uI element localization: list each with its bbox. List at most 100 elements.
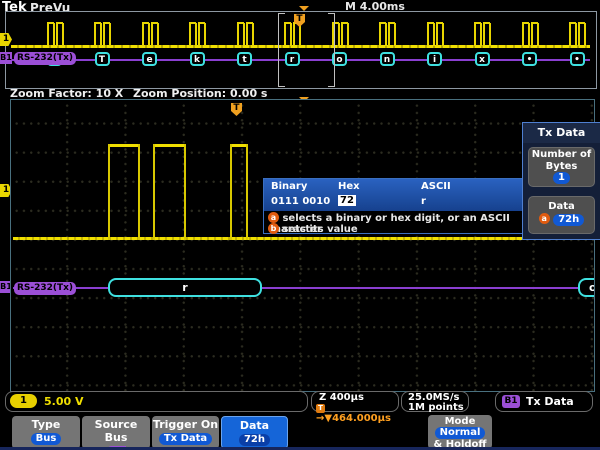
- overview-burst: [575, 23, 577, 46]
- decoded-char-box-o: o: [578, 278, 595, 297]
- overview-burst: [379, 23, 381, 46]
- popup-hint-b: b sets its value: [268, 223, 358, 235]
- knob-a-icon: a: [268, 212, 279, 223]
- overview-burst: [522, 23, 524, 46]
- trigger-icon: T: [316, 404, 325, 413]
- side-menu-number-of-bytes-button[interactable]: Number of Bytes 1: [528, 147, 595, 187]
- decoded-char-box: •: [522, 52, 537, 66]
- data-value: 72h: [553, 214, 584, 226]
- bus1-badge[interactable]: B1: [502, 395, 520, 408]
- menu-mode-button[interactable]: Mode Normal & Holdoff: [428, 415, 492, 449]
- overview-bus-label: RS-232(Tx): [14, 52, 76, 65]
- zoom-window-bracket-left[interactable]: [278, 13, 285, 87]
- overview-burst: [246, 23, 248, 46]
- menu-data-button-active[interactable]: Data 72h: [221, 416, 288, 449]
- overview-burst: [569, 23, 571, 46]
- data-trigger-value: 72h: [239, 434, 270, 446]
- overview-burst: [394, 23, 396, 46]
- menu-source-bus-button[interactable]: Source Bus B1(RS-232): [82, 416, 150, 449]
- menu-type-button[interactable]: Type Bus: [12, 416, 80, 449]
- zoom-timebase-readout-box: Z 400µs T→▼464.000µs: [311, 391, 399, 412]
- overview-burst: [480, 23, 482, 46]
- overview-burst: [237, 23, 239, 46]
- ch1-waveform-edge: [230, 144, 232, 240]
- overview-burst: [385, 23, 387, 46]
- overview-burst: [531, 23, 533, 46]
- ch1-waveform-pulse: [230, 144, 246, 147]
- data-entry-popup: Binary Hex ASCII 0111 0010 72 r a select…: [263, 178, 530, 234]
- decoded-char-box: n: [380, 52, 395, 66]
- overview-burst: [195, 23, 197, 46]
- decoded-char-box: i: [427, 52, 442, 66]
- decoded-char-box: T: [95, 52, 110, 66]
- popup-col-hex: Hex: [338, 181, 360, 192]
- channel1-badge[interactable]: 1: [10, 394, 37, 408]
- overview-burst: [103, 23, 105, 46]
- overview-burst: [578, 23, 580, 46]
- record-length-readout: 1M points: [408, 402, 464, 413]
- knob-a-icon: a: [539, 213, 550, 224]
- ch1-waveform-edge: [153, 144, 155, 240]
- overview-burst: [47, 23, 49, 46]
- ch1-waveform-edge: [246, 144, 248, 240]
- overview-burst: [347, 23, 349, 46]
- zoom-window-bracket-right[interactable]: [328, 13, 335, 87]
- popup-ascii-value: r: [421, 196, 426, 207]
- overview-burst: [151, 23, 153, 46]
- overview-burst: [338, 23, 340, 46]
- overview-burst: [204, 23, 206, 46]
- overview-burst: [157, 23, 159, 46]
- decoded-char-box: r: [285, 52, 300, 66]
- overview-burst: [341, 23, 343, 46]
- mode-value: Normal: [435, 427, 486, 439]
- ch1-waveform-edge: [184, 144, 186, 240]
- bus1-marker-overview[interactable]: B1: [0, 52, 12, 64]
- ch1-waveform-pulse: [153, 144, 184, 147]
- overview-burst: [489, 23, 491, 46]
- zoom-bus-label: RS-232(Tx): [14, 282, 76, 295]
- overview-burst: [142, 23, 144, 46]
- acquisition-readout-box: 25.0MS/s 1M points: [401, 391, 469, 412]
- channel1-scale-readout: 5.00 V: [44, 395, 83, 408]
- side-menu-title: Tx Data: [523, 123, 600, 143]
- decoded-char-box: x: [475, 52, 490, 66]
- zoomed-graticule: T r o RS-232(Tx): [10, 99, 595, 392]
- overview-burst: [528, 23, 530, 46]
- decoded-char-box: t: [237, 52, 252, 66]
- decoded-char-box: k: [190, 52, 205, 66]
- overview-burst: [53, 23, 55, 46]
- overview-burst: [148, 23, 150, 46]
- waveform-overview: Tektronix•• RS-232(Tx) T: [5, 11, 597, 89]
- overview-burst: [427, 23, 429, 46]
- overview-burst: [243, 23, 245, 46]
- trigger-flag-icon: T: [294, 14, 305, 27]
- overview-burst: [433, 23, 435, 46]
- overview-burst: [100, 23, 102, 46]
- side-menu-data-button[interactable]: Data a 72h: [528, 196, 595, 234]
- popup-col-binary: Binary: [271, 181, 307, 192]
- overview-burst: [442, 23, 444, 46]
- trigger-flag-icon-zoom: T: [231, 103, 242, 116]
- popup-col-ascii: ASCII: [421, 181, 451, 192]
- menu-trigger-on-button[interactable]: Trigger On Tx Data: [152, 416, 219, 449]
- overview-burst: [436, 23, 438, 46]
- overview-burst: [483, 23, 485, 46]
- ch1-waveform-baseline: [13, 237, 593, 240]
- number-of-bytes-value: 1: [553, 172, 570, 184]
- overview-burst: [584, 23, 586, 46]
- popup-hex-value[interactable]: 72: [338, 195, 356, 206]
- channel1-readout-box: 1 5.00 V: [5, 391, 308, 412]
- overview-burst: [56, 23, 58, 46]
- overview-burst: [109, 23, 111, 46]
- trigger-position-marker-icon: [299, 6, 309, 11]
- oscilloscope-screen: Tek PreVu M 4.00ms Tektronix•• RS-232(Tx…: [0, 0, 600, 450]
- ch1-waveform-edge: [108, 144, 110, 240]
- overview-burst: [388, 23, 390, 46]
- decoded-char-box: •: [570, 52, 585, 66]
- ch1-waveform-pulse: [108, 144, 138, 147]
- overview-burst: [537, 23, 539, 46]
- type-value: Bus: [31, 433, 62, 445]
- knob-b-icon: b: [268, 223, 279, 234]
- decoded-char-box-r: r: [108, 278, 262, 297]
- zoom-bus-line: [13, 287, 593, 289]
